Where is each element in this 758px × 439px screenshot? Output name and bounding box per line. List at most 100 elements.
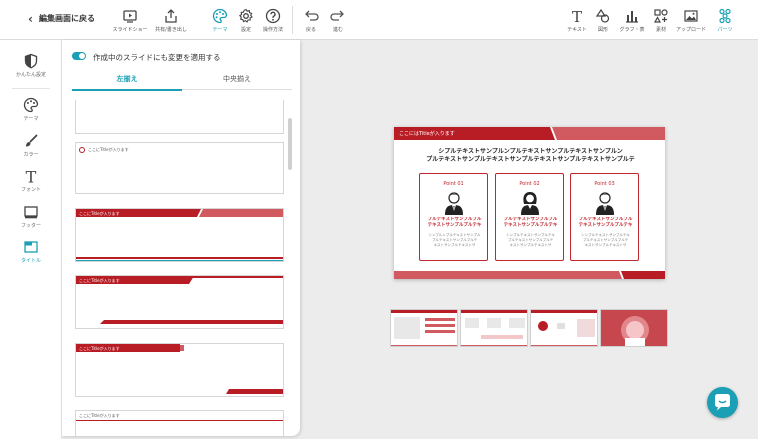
redo-button[interactable]: 進む bbox=[317, 8, 359, 33]
tab-left-align[interactable]: 左揃え bbox=[72, 74, 182, 84]
point-card-2-body: シンプルテキストサンプルテキ プルテキストサンプルプルテ キストサンプルテキスト… bbox=[500, 233, 561, 248]
rail-label-easy-setup: かんたん設定 bbox=[15, 72, 46, 78]
title-template-1[interactable] bbox=[75, 100, 284, 134]
help-icon bbox=[265, 8, 281, 24]
businesswoman-icon bbox=[521, 192, 539, 215]
point-card-2-heading: プルテキストサンプルプル テキストサンプルプルテキ bbox=[500, 217, 561, 229]
rail-item-color[interactable]: カラー bbox=[0, 133, 62, 158]
chart-icon bbox=[626, 11, 638, 23]
thumbnail-4-preview bbox=[601, 310, 667, 346]
redo-label: 進む bbox=[332, 27, 343, 33]
rail-item-title[interactable]: タイトル bbox=[0, 239, 62, 264]
rail-item-theme[interactable]: テーマ bbox=[0, 97, 62, 122]
back-label: 編集画面に戻る bbox=[38, 14, 95, 23]
slide-lead-line-2: プルテキストサンプルテキストサンプルテキストサンプルテキストサンプルテ bbox=[426, 156, 635, 163]
point-card-2: Point 02 プルテキストサンプルプル テキストサンプルプルテキ シンプルテ… bbox=[495, 173, 564, 261]
point-card-3-label: Point 03 bbox=[594, 181, 615, 187]
play-icon bbox=[123, 10, 137, 23]
point-card-2-body-line-3: キストサンプルテキストサ bbox=[509, 243, 552, 247]
share-label: 共有/書き出し bbox=[155, 27, 187, 33]
template-3-title: ここにTitleが入ります bbox=[79, 211, 120, 216]
point-card-1-body-line-3: キストサンプルテキストサ bbox=[433, 243, 476, 247]
shapes-icon bbox=[595, 8, 610, 23]
slideshow-button[interactable]: スライドショー bbox=[109, 8, 151, 33]
slide-thumbnail-3[interactable] bbox=[530, 309, 598, 347]
apply-to-slides-toggle[interactable] bbox=[72, 52, 86, 60]
point-card-3: Point 03 プルテキストサンプルプル テキストサンプルプルテキ シンプルテ… bbox=[570, 173, 639, 261]
top-toolbar: ‹ 編集画面に戻る スライドショー 共有/書き出し テーマ 設定 操作方法 戻る… bbox=[0, 0, 758, 40]
point-card-3-body: シンプルテキストサンプルテキ プルテキストサンプルプルテ キストサンプルテキスト… bbox=[575, 233, 636, 248]
slide-lead-text: シプルテキストサンプルンプルテキストサンプルテキストサンプルン プルテキストサン… bbox=[418, 148, 643, 164]
chevron-left-icon: ‹ bbox=[28, 11, 33, 26]
slideshow-label: スライドショー bbox=[112, 27, 148, 33]
theme-category-rail: かんたん設定 テーマ カラー T フォント フッター タイトル bbox=[0, 40, 62, 439]
template-6-rule bbox=[76, 420, 283, 421]
title-template-5[interactable]: ここにTitleが入ります bbox=[75, 343, 284, 397]
tab-center-align[interactable]: 中央揃え bbox=[182, 74, 292, 84]
apply-to-slides-label: 作成中のスライドにも変更を適用する bbox=[93, 53, 221, 62]
slide-preview[interactable]: ここにはTitleが入ります シプルテキストサンプルンプルテキストサンプルテキス… bbox=[394, 127, 665, 279]
undo-label: 戻る bbox=[305, 27, 316, 33]
assets-icon bbox=[653, 9, 668, 23]
rail-item-font[interactable]: T フォント bbox=[0, 168, 62, 193]
thumbnail-2-preview bbox=[461, 310, 527, 346]
rail-item-footer[interactable]: フッター bbox=[0, 204, 62, 229]
point-card-1-heading: プルテキストサンプルプル テキストサンプルプルテキ bbox=[424, 217, 485, 229]
point-card-2-label: Point 02 bbox=[519, 181, 540, 187]
footer-icon bbox=[24, 206, 38, 219]
svg-text:T: T bbox=[26, 168, 37, 184]
title-template-2[interactable]: ここにTitleが入ります bbox=[75, 142, 284, 194]
palette-icon bbox=[23, 97, 39, 113]
point-card-1: Point 01 プルテキストサンプルプル テキストサンプルプルテキ シンプルン… bbox=[419, 173, 488, 261]
businessman-icon bbox=[445, 192, 463, 215]
slide-thumbnail-2[interactable] bbox=[460, 309, 528, 347]
parts-tool-label: パーツ bbox=[717, 27, 733, 33]
point-card-3-heading: プルテキストサンプルプル テキストサンプルプルテキ bbox=[575, 217, 636, 229]
share-export-button[interactable]: 共有/書き出し bbox=[150, 8, 192, 33]
upload-tool-label: アップロード bbox=[675, 27, 706, 33]
rail-divider bbox=[12, 88, 50, 89]
template-2-title: ここにTitleが入ります bbox=[88, 147, 129, 152]
title-template-3[interactable]: ここにTitleが入ります bbox=[75, 208, 284, 262]
panel-scrollbar[interactable] bbox=[288, 118, 292, 170]
slide-footer-band bbox=[394, 271, 665, 279]
rail-label-color: カラー bbox=[23, 152, 39, 158]
slide-title: ここにはTitleが入ります bbox=[399, 131, 455, 137]
parts-icon bbox=[719, 8, 731, 24]
svg-text:T: T bbox=[572, 8, 582, 24]
slide-thumbnail-1[interactable] bbox=[390, 309, 458, 347]
back-to-editor-button[interactable]: ‹ 編集画面に戻る bbox=[28, 11, 95, 26]
upload-icon bbox=[684, 10, 698, 22]
title-template-4[interactable]: ここにTitleが入ります bbox=[75, 275, 284, 329]
rail-item-easy-setup[interactable]: かんたん設定 bbox=[0, 53, 62, 78]
point-card-1-heading-line-2: テキストサンプルプルテキ bbox=[427, 223, 482, 228]
shapes-tool-label: 図形 bbox=[597, 27, 608, 33]
share-icon bbox=[165, 9, 177, 23]
chat-support-button[interactable] bbox=[707, 387, 738, 418]
rail-label-theme: テーマ bbox=[23, 116, 39, 122]
slide-thumbnail-4[interactable] bbox=[600, 309, 668, 347]
point-card-3-body-line-3: キストサンプルテキストサ bbox=[584, 243, 627, 247]
point-card-1-label: Point 01 bbox=[443, 181, 464, 187]
title-template-panel: 作成中のスライドにも変更を適用する 左揃え 中央揃え ここにTitleが入ります… bbox=[62, 40, 300, 436]
active-tab-indicator bbox=[72, 89, 182, 91]
parts-tool-button[interactable]: パーツ bbox=[704, 8, 746, 33]
template-6-title: ここにTitleが入ります bbox=[79, 413, 120, 418]
alignment-tabs: 左揃え 中央揃え bbox=[72, 70, 292, 91]
font-icon: T bbox=[26, 168, 37, 184]
rail-label-font: フォント bbox=[20, 187, 41, 193]
help-label: 操作方法 bbox=[262, 27, 283, 33]
easy-setup-icon bbox=[24, 53, 38, 69]
point-card-3-heading-line-2: テキストサンプルプルテキ bbox=[578, 223, 633, 228]
help-button[interactable]: 操作方法 bbox=[252, 8, 294, 33]
slide-lead-line-1: シプルテキストサンプルンプルテキストサンプルテキストサンプルン bbox=[438, 148, 623, 155]
chat-bubble-icon bbox=[715, 394, 730, 411]
point-card-2-heading-line-2: テキストサンプルプルテキ bbox=[503, 223, 558, 228]
assets-tool-label: 素材 bbox=[655, 27, 666, 33]
title-icon bbox=[24, 241, 38, 253]
template-5-title: ここにTitleが入ります bbox=[79, 346, 120, 351]
title-template-6[interactable]: ここにTitleが入ります bbox=[75, 410, 284, 436]
rail-label-title: タイトル bbox=[20, 258, 41, 264]
thumbnail-1-preview bbox=[391, 310, 457, 346]
settings-label: 設定 bbox=[240, 27, 251, 33]
